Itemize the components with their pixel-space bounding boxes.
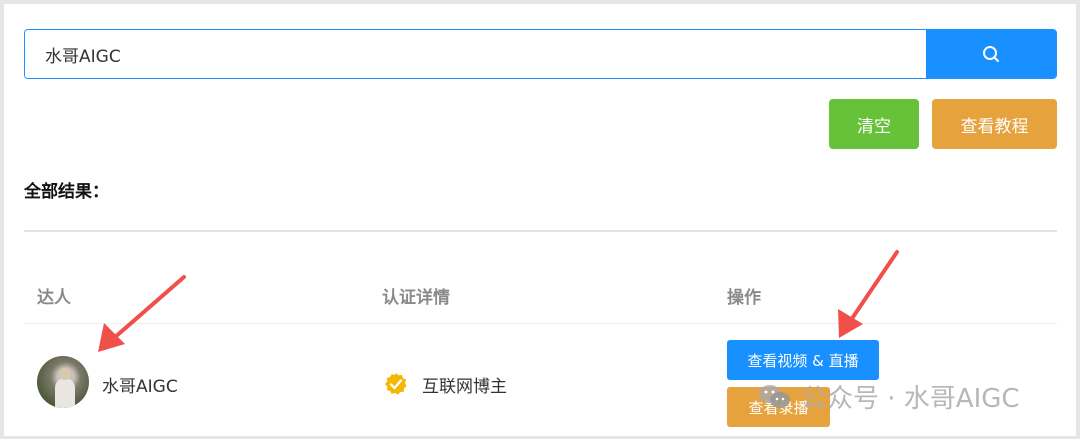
table-row-divider: [24, 323, 1057, 324]
clear-button[interactable]: 清空: [829, 99, 919, 149]
watermark: 公众号 · 水哥AIGC: [757, 378, 1020, 415]
view-tutorial-button[interactable]: 查看教程: [932, 99, 1057, 149]
avatar-head: [59, 368, 71, 380]
search-button[interactable]: [926, 30, 1056, 78]
wechat-icon: [759, 384, 790, 408]
arrow-pointing-video-button: [838, 250, 899, 338]
divider: [24, 230, 1057, 232]
results-title: 全部结果：: [24, 182, 109, 202]
arrow-pointing-avatar: [98, 275, 186, 352]
search-bar: [24, 29, 1057, 79]
avatar[interactable]: [37, 356, 89, 408]
avatar-figure: [55, 378, 75, 408]
column-header-actions: 操作: [727, 288, 761, 308]
search-input[interactable]: [25, 30, 926, 78]
column-header-influencer: 达人: [37, 288, 71, 308]
page-frame: 清空 查看教程 全部结果： 达人 认证详情 操作 水哥AIGC 互联网博主 查看…: [4, 4, 1076, 436]
view-video-live-button[interactable]: 查看视频 & 直播: [727, 340, 879, 380]
search-icon: [983, 46, 999, 62]
column-header-verification: 认证详情: [382, 288, 450, 308]
verification-detail: 互联网博主: [422, 377, 507, 397]
influencer-name[interactable]: 水哥AIGC: [102, 372, 178, 397]
verified-badge-icon: [385, 373, 407, 395]
watermark-text: 公众号 · 水哥AIGC: [801, 384, 1020, 414]
